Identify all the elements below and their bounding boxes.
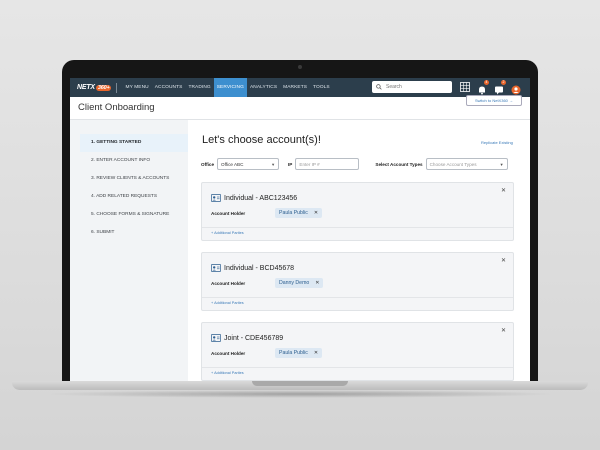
ip-placeholder: Enter IP #	[299, 161, 320, 167]
step-submit[interactable]: 6. SUBMIT	[80, 224, 188, 242]
account-card-title: Individual - ABC123456	[211, 194, 297, 202]
bell-icon	[479, 86, 485, 95]
nav-item-analytics[interactable]: ANALYTICS	[247, 78, 280, 97]
main-panel: Let's choose account(s)! Replicate Exist…	[188, 120, 530, 381]
account-card: ✕ Individual - BCD45678 Account Holder D…	[201, 252, 514, 311]
account-holder-label: Account Holder	[211, 351, 246, 356]
laptop-shadow	[40, 390, 560, 398]
additional-parties-link[interactable]: + Additional Parties	[211, 231, 244, 235]
nav-item-my-menu[interactable]: MY MENU	[122, 78, 151, 97]
card-divider	[202, 297, 513, 298]
search-box[interactable]	[372, 81, 452, 93]
nav-item-servicing[interactable]: SERVICING	[213, 78, 247, 97]
app-screen: NETX 360+ MY MENU ACCOUNTS TRADING SERVIC…	[70, 78, 530, 381]
nav-item-accounts[interactable]: ACCOUNTS	[152, 78, 186, 97]
account-card: ✕ Joint - CDE456789 Account Holder Paula…	[201, 322, 514, 381]
additional-parties-link[interactable]: + Additional Parties	[211, 371, 244, 375]
close-icon[interactable]: ✕	[501, 327, 506, 334]
step-add-related-requests[interactable]: 4. ADD RELATED REQUESTS	[80, 188, 188, 206]
remove-chip-icon[interactable]: ✕	[314, 210, 318, 216]
chevron-down-icon: ▼	[499, 161, 504, 167]
message-badge: 2	[501, 80, 506, 85]
account-id-icon	[211, 194, 221, 202]
switch-to-netx360-button[interactable]: Switch to NetX360 →	[466, 95, 522, 106]
additional-parties-link[interactable]: + Additional Parties	[211, 301, 244, 305]
filter-row: Office Office ABC ▼ IP Enter IP # Select…	[201, 157, 521, 171]
account-holder-chip[interactable]: Paula Public ✕	[275, 208, 323, 218]
account-id-icon	[211, 264, 221, 272]
account-types-select[interactable]: Choose Account Types ▼	[425, 158, 508, 170]
close-icon[interactable]: ✕	[501, 257, 506, 264]
messages-button[interactable]: 2	[494, 80, 506, 95]
step-choose-forms-signature[interactable]: 5. CHOOSE FORMS & SIGNATURE	[80, 206, 188, 224]
step-list: 1. GETTING STARTED 2. ENTER ACCOUNT INFO…	[80, 134, 188, 242]
account-holder-chip[interactable]: Paula Public ✕	[275, 348, 323, 358]
account-types-label: Select Account Types	[375, 161, 423, 167]
top-nav: NETX 360+ MY MENU ACCOUNTS TRADING SERVIC…	[70, 78, 530, 97]
office-label: Office	[201, 161, 215, 167]
user-icon	[511, 85, 521, 95]
notification-badge: 4	[484, 80, 489, 85]
step-getting-started[interactable]: 1. GETTING STARTED	[80, 134, 188, 152]
ip-input[interactable]: Enter IP #	[295, 158, 360, 170]
account-card-title: Joint - CDE456789	[211, 334, 283, 342]
notifications-button[interactable]: 4	[477, 80, 489, 95]
section-heading: Let's choose account(s)!	[202, 134, 321, 146]
step-review-clients-accounts[interactable]: 3. REVIEW CLIENTS & ACCOUNTS	[80, 170, 188, 188]
remove-chip-icon[interactable]: ✕	[314, 350, 318, 356]
chevron-down-icon: ▼	[271, 161, 276, 167]
account-holder-label: Account Holder	[211, 281, 246, 286]
nav-item-markets[interactable]: MARKETS	[280, 78, 310, 97]
card-divider	[202, 227, 513, 228]
account-card-title: Individual - BCD45678	[211, 264, 294, 272]
remove-chip-icon[interactable]: ✕	[315, 280, 319, 286]
nav-divider	[116, 82, 118, 93]
user-button[interactable]	[511, 82, 521, 95]
account-id-icon	[211, 334, 221, 342]
account-holder-chip[interactable]: Danny Demo ✕	[275, 278, 324, 288]
nav-item-tools[interactable]: TOOLS	[310, 78, 333, 97]
grid-icon[interactable]	[460, 82, 470, 92]
laptop-notch	[252, 381, 348, 386]
search-input[interactable]	[386, 84, 446, 90]
account-holder-label: Account Holder	[211, 211, 246, 216]
ip-label: IP	[288, 161, 293, 167]
account-card: ✕ Individual - ABC123456 Account Holder …	[201, 182, 514, 241]
card-divider	[202, 367, 513, 368]
step-enter-account-info[interactable]: 2. ENTER ACCOUNT INFO	[80, 152, 188, 170]
search-icon	[376, 84, 382, 90]
camera-icon	[298, 65, 302, 69]
office-select[interactable]: Office ABC ▼	[217, 158, 280, 170]
replicate-existing-link[interactable]: Replicate Existing	[481, 140, 513, 145]
netx-logo[interactable]: NETX 360+	[77, 84, 112, 91]
close-icon[interactable]: ✕	[501, 187, 506, 194]
nav-item-trading[interactable]: TRADING	[185, 78, 213, 97]
account-types-placeholder: Choose Account Types	[429, 161, 477, 167]
message-icon	[495, 86, 503, 95]
page-title: Client Onboarding	[78, 102, 155, 113]
office-value: Office ABC	[221, 161, 244, 167]
